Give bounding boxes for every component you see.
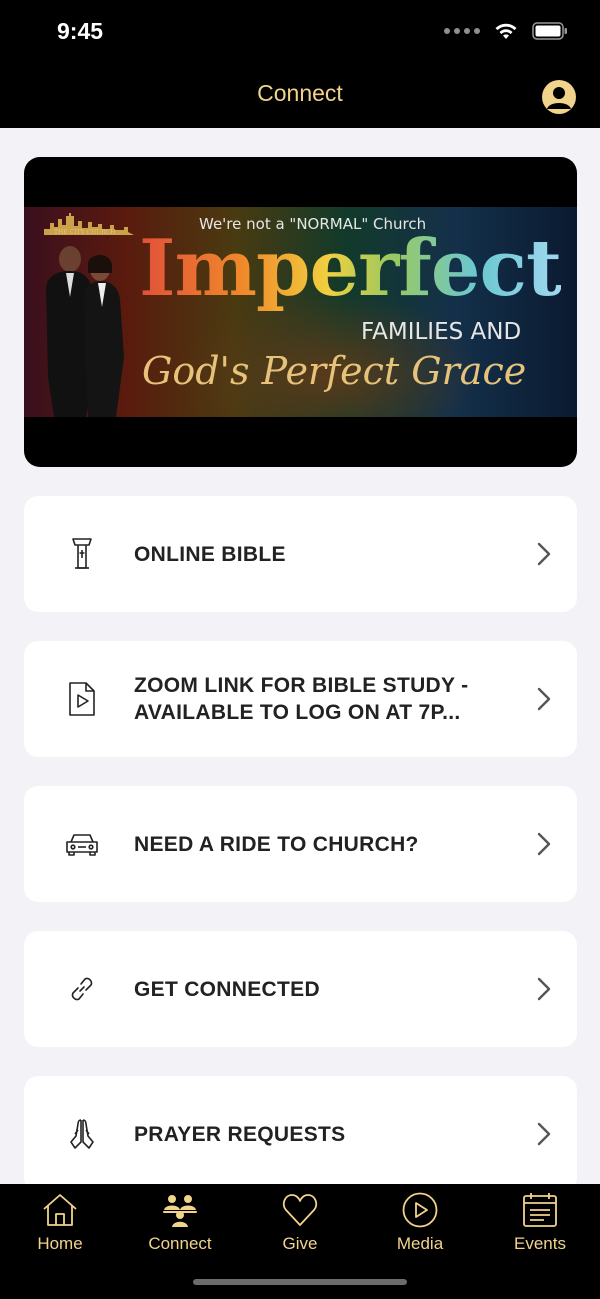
tab-label: Connect bbox=[148, 1234, 212, 1253]
pulpit-icon bbox=[72, 538, 92, 569]
tab-label: Give bbox=[282, 1234, 318, 1253]
tab-events[interactable]: Events bbox=[480, 1190, 600, 1254]
tab-media[interactable]: Media bbox=[360, 1190, 480, 1254]
menu-item-prayer-requests[interactable]: PRAYER REQUESTS bbox=[24, 1076, 577, 1192]
battery-icon bbox=[532, 22, 567, 40]
menu-item-label: NEED A RIDE TO CHURCH? bbox=[134, 832, 419, 856]
wifi-icon bbox=[495, 23, 517, 39]
menu-item-need-a-ride[interactable]: NEED A RIDE TO CHURCH? bbox=[24, 786, 577, 902]
tab-give[interactable]: Give bbox=[240, 1190, 360, 1254]
praying-hands-icon bbox=[70, 1119, 94, 1149]
couple-photo bbox=[46, 246, 124, 417]
video-file-icon bbox=[69, 682, 95, 716]
home-icon bbox=[43, 1194, 77, 1226]
status-time: 9:45 bbox=[57, 18, 104, 44]
menu-item-online-bible[interactable]: ONLINE BIBLE bbox=[24, 496, 577, 612]
menu-item-label: ZOOM LINK FOR BIBLE STUDY - AVAILABLE TO… bbox=[134, 674, 469, 724]
page-title: Connect bbox=[257, 80, 343, 106]
profile-icon[interactable] bbox=[542, 80, 576, 114]
tab-label: Media bbox=[396, 1234, 444, 1253]
play-circle-icon bbox=[402, 1192, 438, 1228]
chevron-right-icon bbox=[537, 832, 551, 856]
top-bar: 9:45 Connect bbox=[0, 0, 600, 128]
car-icon bbox=[66, 834, 98, 856]
calendar-icon bbox=[523, 1193, 557, 1227]
link-icon bbox=[71, 977, 93, 1001]
chevron-right-icon bbox=[537, 687, 551, 711]
tab-label: Home bbox=[37, 1234, 83, 1253]
tab-connect[interactable]: Connect bbox=[120, 1190, 240, 1254]
banner-subline: FAMILIES AND bbox=[361, 319, 522, 345]
home-indicator[interactable] bbox=[193, 1279, 407, 1285]
tab-home[interactable]: Home bbox=[0, 1190, 120, 1254]
tab-label: Events bbox=[514, 1234, 566, 1253]
banner-logo-text: THE CITY CHURCH bbox=[54, 229, 116, 236]
heart-icon bbox=[282, 1194, 318, 1226]
chevron-right-icon bbox=[537, 977, 551, 1001]
menu-item-label: PRAYER REQUESTS bbox=[134, 1122, 346, 1146]
banner-artwork: THE CITY CHURCH We're not a "NORMAL" Chu… bbox=[24, 207, 577, 417]
menu-item-zoom-link[interactable]: ZOOM LINK FOR BIBLE STUDY - AVAILABLE TO… bbox=[24, 641, 577, 757]
banner-headline: Imperfect bbox=[139, 223, 562, 314]
chevron-right-icon bbox=[537, 1122, 551, 1146]
chevron-right-icon bbox=[537, 542, 551, 566]
menu-item-label: ONLINE BIBLE bbox=[134, 542, 286, 566]
menu-item-label: GET CONNECTED bbox=[134, 977, 320, 1001]
status-indicators bbox=[444, 22, 568, 40]
menu-item-get-connected[interactable]: GET CONNECTED bbox=[24, 931, 577, 1047]
cellular-signal-icon bbox=[444, 28, 480, 34]
people-icon bbox=[163, 1195, 197, 1227]
banner-script-line: God's Perfect Grace bbox=[142, 349, 527, 393]
banner-image[interactable]: THE CITY CHURCH We're not a "NORMAL" Chu… bbox=[24, 157, 577, 467]
